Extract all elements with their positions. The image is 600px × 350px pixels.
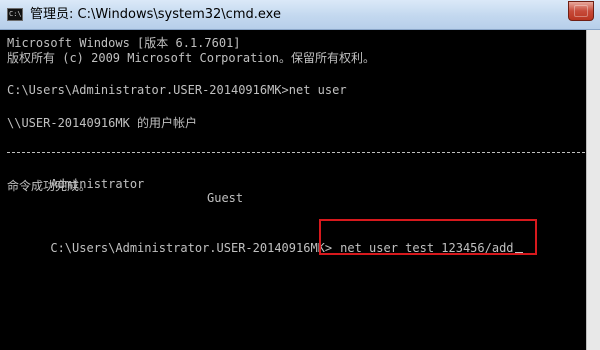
- user-list-row: Administrator Guest: [7, 163, 585, 219]
- title-bar[interactable]: C:\ 管理员: C:\Windows\system32\cmd.exe: [0, 0, 600, 30]
- copyright-line: 版权所有 (c) 2009 Microsoft Corporation。保留所有…: [7, 51, 375, 65]
- separator-line: [7, 152, 585, 153]
- window-title: 管理员: C:\Windows\system32\cmd.exe: [30, 7, 281, 22]
- version-line: Microsoft Windows [版本 6.1.7601]: [7, 36, 241, 50]
- success-message: 命令成功完成。: [7, 179, 92, 193]
- command-line: C:\Users\Administrator.USER-20140916MK>n…: [7, 83, 347, 97]
- command-highlight-box: [319, 219, 537, 255]
- close-button[interactable]: [568, 1, 594, 21]
- cmd-window: C:\ 管理员: C:\Windows\system32\cmd.exe Mic…: [0, 0, 600, 350]
- vertical-scrollbar[interactable]: [586, 30, 600, 350]
- prompt-text: C:\Users\Administrator.USER-20140916MK>: [50, 241, 333, 255]
- user-guest: Guest: [207, 191, 244, 205]
- user-accounts-header: \\USER-20140916MK 的用户帐户: [7, 116, 198, 130]
- cmd-app-icon[interactable]: C:\: [7, 8, 23, 21]
- console-output[interactable]: Microsoft Windows [版本 6.1.7601] 版权所有 (c)…: [0, 30, 586, 350]
